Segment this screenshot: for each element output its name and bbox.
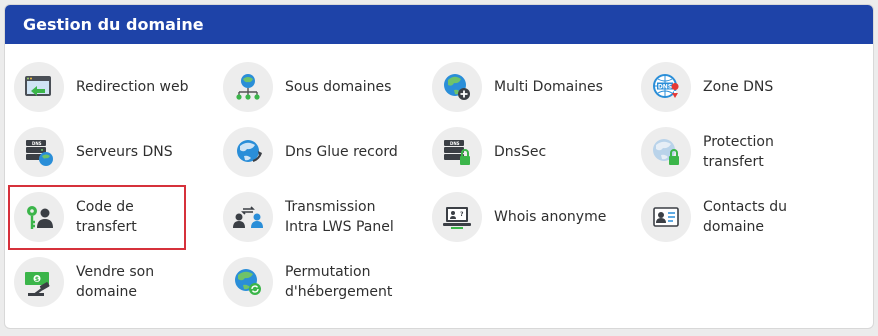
tile-label: Sous domaines [285,78,392,95]
tile-transmission-intra-lws[interactable]: Transmission Intra LWS Panel [221,184,430,249]
browser-redirect-icon [14,61,64,112]
tile-sous-domaines[interactable]: Sous domaines [221,54,430,119]
globe-plus-icon [432,61,482,112]
svg-text:$: $ [35,276,39,283]
globe-glue-icon [223,126,273,177]
svg-text:DNS: DNS [658,83,672,90]
tile-label: Protection transfert [703,133,774,170]
globe-sync-icon [223,256,273,307]
svg-text:?: ? [460,211,464,218]
contact-card-icon [641,191,691,242]
tile-label: Redirection web [76,78,189,95]
tile-zone-dns[interactable]: DNS Zone DNS [639,54,848,119]
tile-protection-transfert[interactable]: Protection transfert [639,119,848,184]
globe-network-icon [223,61,273,112]
tile-label: Transmission Intra LWS Panel [285,198,394,235]
dns-server-lock-icon: DNS [432,126,482,177]
tile-label: Multi Domaines [494,78,603,95]
svg-text:DNS: DNS [450,141,460,146]
tile-label: Zone DNS [703,78,774,95]
tile-label: Contacts du domaine [703,198,787,235]
tile-label: Permutation d'hébergement [285,263,393,300]
tile-label: Vendre son domaine [76,263,155,300]
money-gavel-icon: $ [14,256,64,307]
globe-lock-icon [641,126,691,177]
dns-globe-pin-icon: DNS [641,61,691,112]
tile-label: Serveurs DNS [76,143,173,160]
tile-label: Whois anonyme [494,208,607,225]
domain-tools-grid: Redirection web Sous domaines Multi Doma… [12,54,848,314]
tile-multi-domaines[interactable]: Multi Domaines [430,54,639,119]
anonymous-laptop-icon: ? [432,191,482,242]
panel-title: Gestion du domaine [5,5,873,44]
tile-serveurs-dns[interactable]: DNS Serveurs DNS [12,119,221,184]
tile-whois-anonyme[interactable]: ? Whois anonyme [430,184,639,249]
users-transfer-icon [223,191,273,242]
tile-vendre-son-domaine[interactable]: $ Vendre son domaine [12,249,221,314]
selection-highlight-box [8,185,186,250]
tile-label: Dns Glue record [285,143,398,160]
dns-server-globe-icon: DNS [14,126,64,177]
tile-dns-glue-record[interactable]: Dns Glue record [221,119,430,184]
tile-redirection-web[interactable]: Redirection web [12,54,221,119]
tile-label: DnsSec [494,143,547,160]
svg-text:DNS: DNS [32,141,42,146]
tile-permutation-hebergement[interactable]: Permutation d'hébergement [221,249,430,314]
tile-contacts-du-domaine[interactable]: Contacts du domaine [639,184,848,249]
tile-dnssec[interactable]: DNS DnsSec [430,119,639,184]
